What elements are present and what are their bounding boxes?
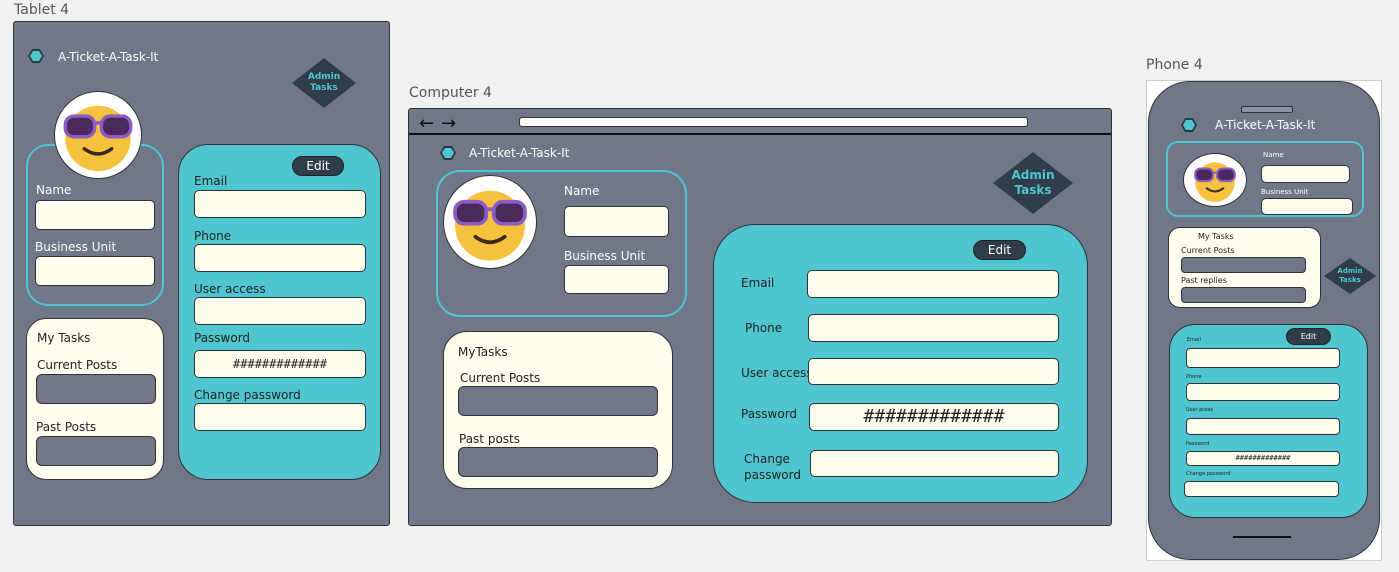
business-unit-label: Business Unit	[564, 249, 646, 263]
avatar-emoji-icon	[1194, 162, 1236, 202]
account-details-card: Edit Email Phone User acess Password ###…	[1169, 324, 1368, 518]
past-posts-list[interactable]	[36, 436, 156, 466]
admin-tasks-label: Admin Tasks	[1011, 168, 1055, 197]
name-field[interactable]	[564, 206, 669, 237]
past-replies-list[interactable]	[1181, 287, 1306, 303]
business-unit-field[interactable]	[564, 265, 669, 294]
business-unit-label: Business Unit	[35, 240, 117, 254]
hexagon-logo-icon[interactable]	[440, 146, 456, 160]
admin-tasks-label: Admin Tasks	[307, 71, 341, 93]
hexagon-logo-icon[interactable]	[28, 49, 44, 63]
my-tasks-title: My Tasks	[1198, 232, 1234, 241]
current-posts-list[interactable]	[458, 386, 658, 416]
business-unit-label: Business Unit	[1261, 188, 1309, 196]
password-field[interactable]: #############	[809, 403, 1059, 431]
admin-tasks-button[interactable]: Admin Tasks	[993, 152, 1073, 214]
user-access-field[interactable]	[194, 297, 366, 325]
home-indicator	[1233, 536, 1291, 538]
password-label: Password	[741, 407, 798, 421]
phone-label: Phone	[745, 321, 783, 335]
phone-speaker	[1241, 106, 1293, 113]
user-access-field[interactable]	[808, 358, 1059, 385]
email-label: Email	[741, 276, 775, 290]
change-password-label: Change password	[194, 388, 301, 402]
phone-field[interactable]	[194, 244, 366, 272]
past-posts-label: Past posts	[459, 432, 520, 446]
business-unit-field[interactable]	[1261, 198, 1353, 215]
toolbar-divider	[409, 133, 1111, 135]
sunglasses-emoji-avatar[interactable]	[54, 91, 142, 179]
sunglasses-emoji-avatar[interactable]	[1183, 153, 1247, 207]
phone-field[interactable]	[1186, 383, 1340, 401]
user-access-label: User acess	[1186, 407, 1214, 413]
arrow-left-icon[interactable]: ←	[419, 115, 434, 133]
past-posts-label: Past Posts	[36, 420, 97, 434]
my-tasks-card: MyTasks Current Posts Past posts	[443, 331, 673, 489]
name-field[interactable]	[1261, 165, 1350, 183]
phone-artboard: A-Ticket-A-Task-It Name Business Unit My…	[1146, 80, 1382, 561]
computer-frame: ← → A-Ticket-A-Task-It Admin Tasks Name …	[408, 108, 1112, 526]
email-field[interactable]	[1186, 348, 1340, 368]
my-tasks-card: My Tasks Current Posts Past replies	[1168, 227, 1321, 308]
phone-label: Phone	[1186, 374, 1202, 380]
my-tasks-card: My Tasks Current Posts Past Posts	[26, 318, 164, 480]
account-details-card: Edit Email Phone User access Password ##…	[178, 144, 381, 480]
edit-button[interactable]: Edit	[1286, 328, 1331, 345]
user-access-field[interactable]	[1186, 418, 1340, 435]
change-password-field[interactable]	[810, 450, 1059, 477]
brand-name[interactable]: A-Ticket-A-Task-It	[1215, 118, 1315, 132]
account-details-card: Edit Email Phone User access Password ##…	[713, 224, 1088, 503]
sunglasses-emoji-avatar[interactable]	[443, 175, 537, 269]
edit-button[interactable]: Edit	[973, 240, 1026, 260]
password-label: Password	[1186, 441, 1210, 447]
address-bar[interactable]	[519, 117, 1028, 127]
current-posts-label: Current Posts	[460, 371, 541, 385]
name-label: Name	[564, 184, 600, 198]
admin-tasks-label: Admin Tasks	[1337, 267, 1363, 284]
change-password-label: Change password	[744, 452, 801, 482]
password-field[interactable]: #############	[1186, 451, 1340, 466]
email-field[interactable]	[807, 270, 1059, 298]
user-access-label: User access	[741, 366, 813, 380]
user-access-label: User access	[194, 282, 266, 296]
change-password-field[interactable]	[194, 403, 366, 431]
admin-tasks-button[interactable]: Admin Tasks	[1324, 258, 1376, 294]
phone-field[interactable]	[808, 314, 1059, 342]
current-posts-label: Current Posts	[1181, 246, 1235, 255]
phone-frame-label: Phone 4	[1146, 57, 1203, 73]
current-posts-label: Current Posts	[37, 358, 118, 372]
password-field[interactable]: #############	[194, 350, 366, 378]
tablet-frame-label: Tablet 4	[14, 2, 70, 18]
change-password-label: Change password	[1186, 471, 1231, 477]
arrow-right-icon[interactable]: →	[441, 115, 456, 133]
phone-label: Phone	[194, 229, 232, 243]
past-posts-list[interactable]	[458, 447, 658, 477]
avatar-emoji-icon	[63, 105, 133, 172]
brand-name[interactable]: A-Ticket-A-Task-It	[469, 146, 569, 160]
avatar-emoji-icon	[453, 190, 527, 261]
name-label: Name	[1263, 151, 1284, 159]
business-unit-field[interactable]	[35, 256, 155, 286]
brand-name[interactable]: A-Ticket-A-Task-It	[58, 50, 158, 64]
change-password-field[interactable]	[1184, 481, 1339, 497]
phone-frame: A-Ticket-A-Task-It Name Business Unit My…	[1148, 81, 1380, 560]
my-tasks-title: MyTasks	[458, 345, 508, 359]
email-label: Email	[194, 174, 228, 188]
hexagon-logo-icon[interactable]	[1181, 118, 1197, 132]
tablet-frame: A-Ticket-A-Task-It Admin Tasks Name Busi…	[13, 21, 390, 526]
current-posts-list[interactable]	[36, 374, 156, 404]
email-label: Email	[1187, 337, 1201, 343]
name-field[interactable]	[35, 200, 155, 230]
past-replies-label: Past replies	[1181, 276, 1227, 285]
computer-frame-label: Computer 4	[409, 85, 492, 101]
current-posts-list[interactable]	[1181, 257, 1306, 273]
edit-button[interactable]: Edit	[292, 156, 344, 176]
email-field[interactable]	[194, 190, 366, 218]
my-tasks-title: My Tasks	[37, 331, 91, 345]
password-label: Password	[194, 331, 251, 345]
admin-tasks-button[interactable]: Admin Tasks	[292, 58, 356, 108]
name-label: Name	[36, 183, 72, 197]
